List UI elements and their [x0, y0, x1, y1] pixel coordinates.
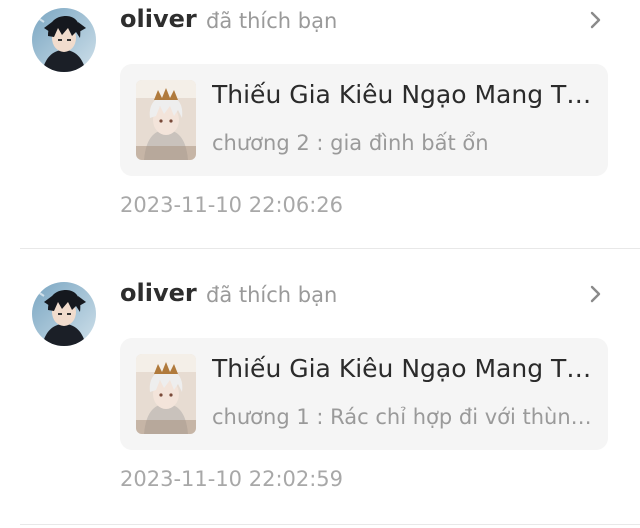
timestamp: 2023-11-10 22:06:26 [120, 193, 344, 217]
username[interactable]: oliver [120, 278, 197, 308]
timestamp: 2023-11-10 22:02:59 [120, 467, 344, 491]
book-title[interactable]: Thiếu Gia Kiêu Ngạo Mang Thai Con Của Ta [212, 78, 592, 112]
divider [20, 248, 640, 249]
book-cover-image [136, 354, 196, 434]
action-text: đã thích bạn [206, 283, 338, 307]
book-cover-image [136, 80, 196, 160]
divider [20, 524, 640, 525]
user-avatar[interactable] [32, 8, 96, 72]
book-card[interactable]: Thiếu Gia Kiêu Ngạo Mang Thai Con Của Ta… [120, 338, 608, 450]
chapter-title[interactable]: chương 1 : Rác chỉ hợp đi với thùng rác [212, 402, 592, 432]
notification-feed: oliver đã thích bạn Thiếu Gia Kiêu Ngạo … [0, 0, 640, 528]
action-text: đã thích bạn [206, 9, 338, 33]
notification-item[interactable]: oliver đã thích bạn Thiếu Gia Kiêu Ngạo … [0, 0, 640, 226]
chapter-title[interactable]: chương 2 : gia đình bất ổn [212, 128, 592, 158]
chevron-right-icon[interactable] [584, 6, 608, 34]
book-card[interactable]: Thiếu Gia Kiêu Ngạo Mang Thai Con Của Ta… [120, 64, 608, 176]
chevron-right-icon[interactable] [584, 280, 608, 308]
user-avatar[interactable] [32, 282, 96, 346]
notification-item[interactable]: oliver đã thích bạn Thiếu Gia Kiêu Ngạo … [0, 250, 640, 500]
username[interactable]: oliver [120, 4, 197, 34]
book-title[interactable]: Thiếu Gia Kiêu Ngạo Mang Thai Con Của Ta [212, 352, 592, 386]
